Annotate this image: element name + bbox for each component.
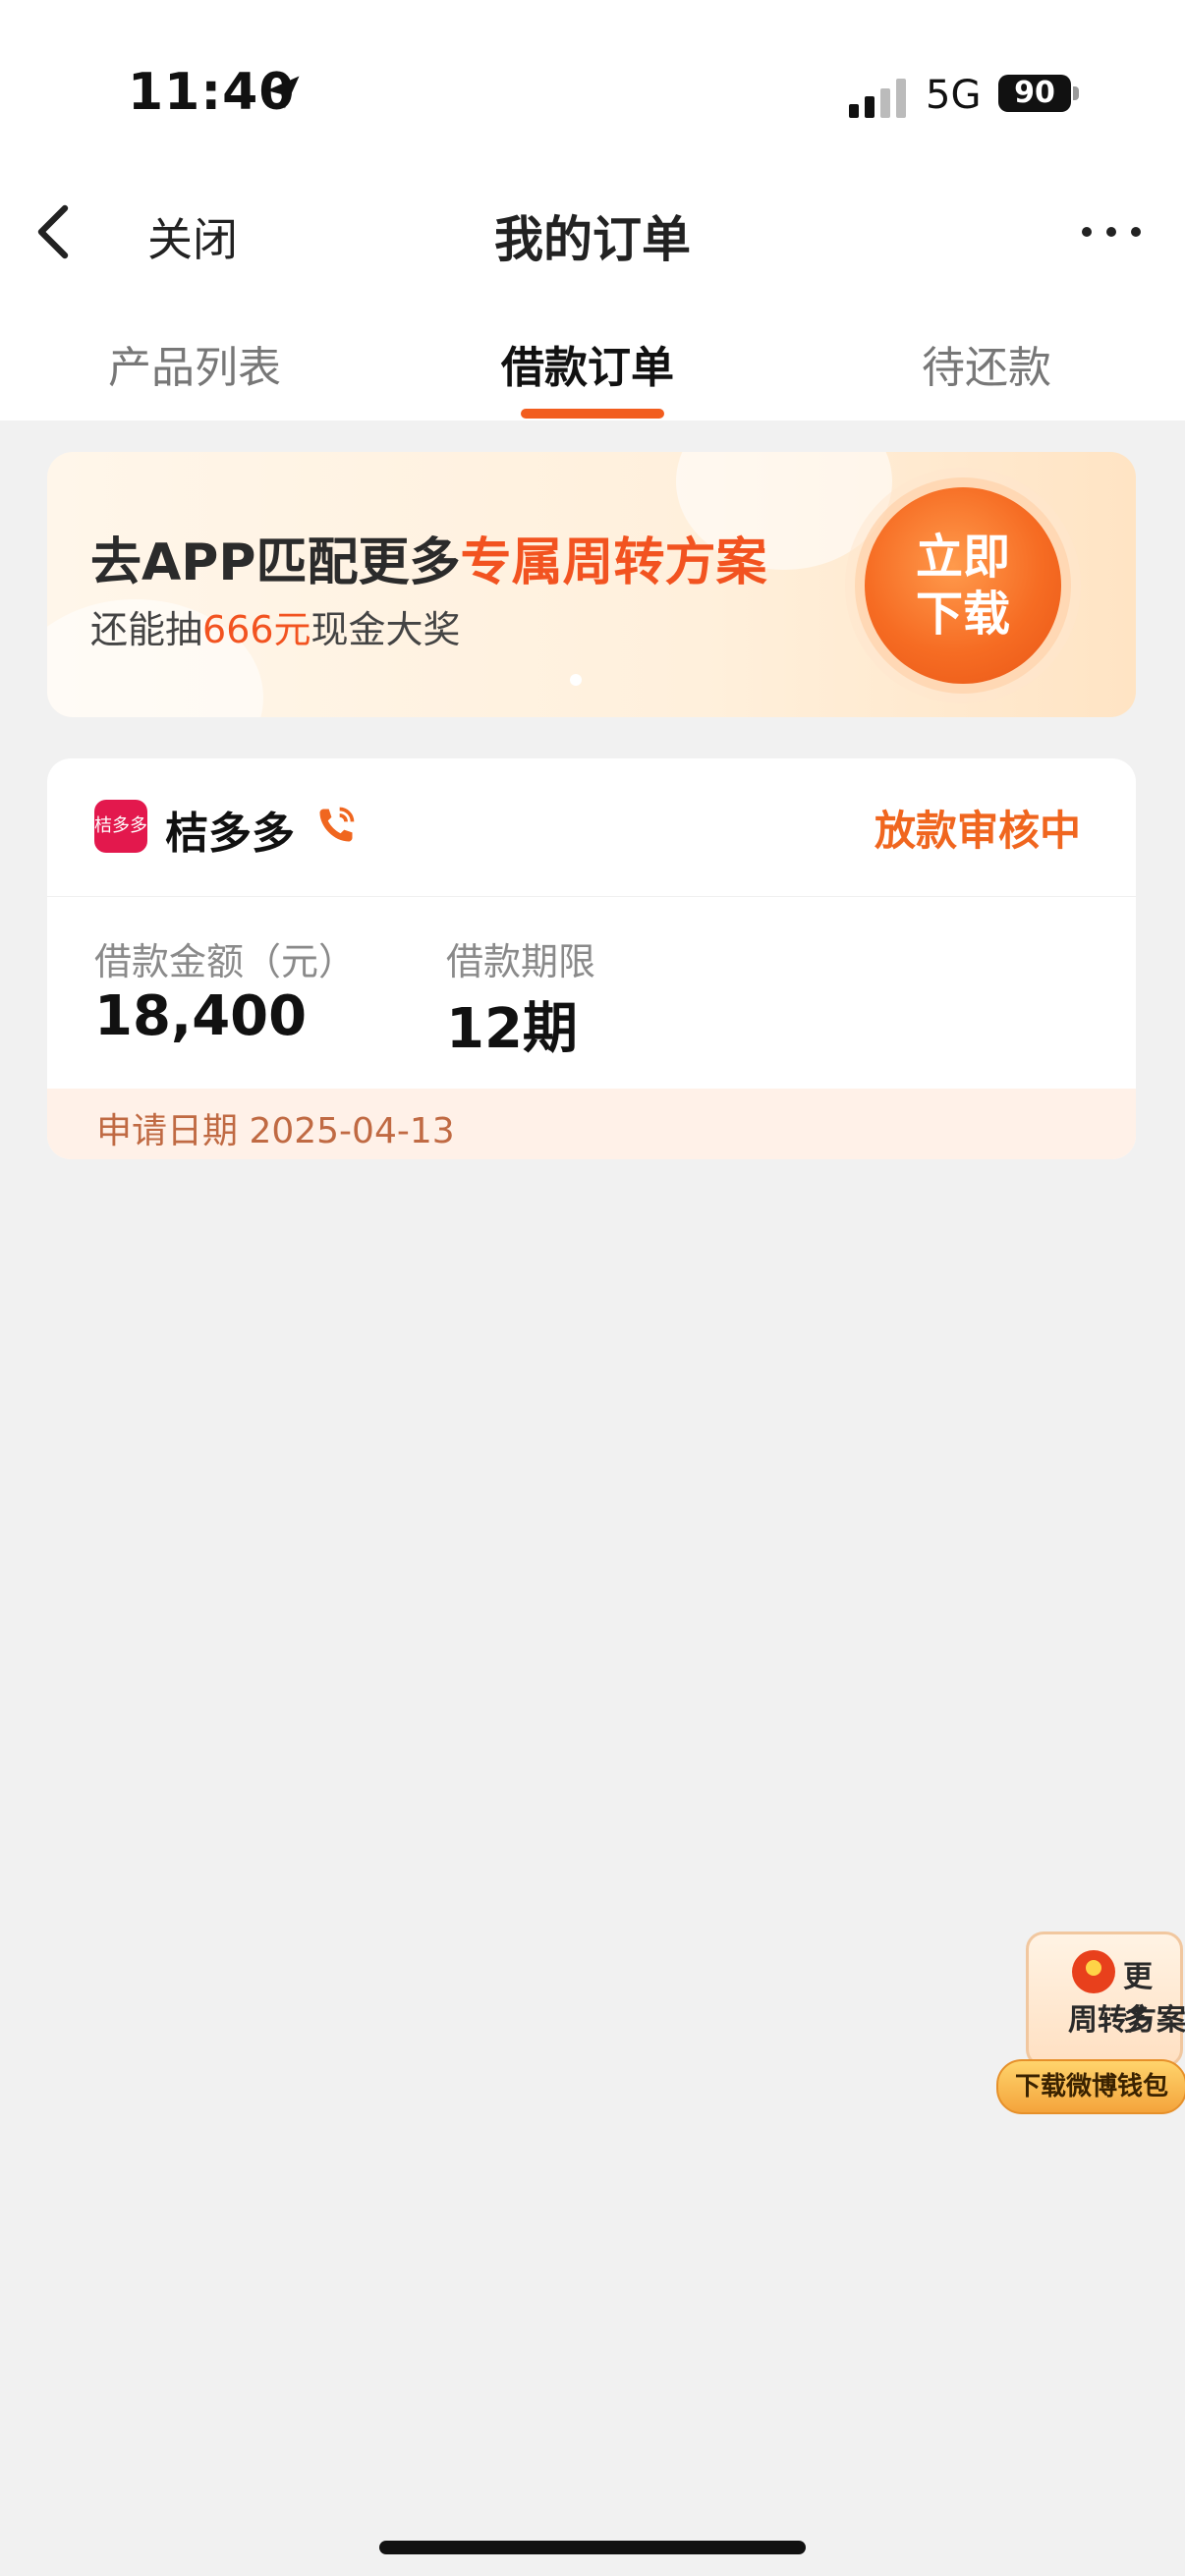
tab-product-list[interactable]: 产品列表 [108,332,281,395]
promo-banner[interactable]: 去APP匹配更多专属周转方案 还能抽666元现金大奖 立即 下载 [47,452,1136,717]
promo-panel: 更多 周转方案 [1026,1932,1185,2067]
tab-bar: 产品列表 借款订单 待还款 [0,297,1185,420]
banner-title-prefix: 去APP匹配更多 [90,533,461,592]
download-wallet-button[interactable]: 下载微博钱包 [996,2059,1185,2114]
app-logo: 桔多多 [94,800,147,853]
page-title: 我的订单 [494,211,691,268]
banner-subtitle: 还能抽666元现金大奖 [90,599,461,653]
battery-icon: 90 [998,75,1071,112]
nav-bar: 关闭 我的订单 [0,167,1185,298]
promo-line2: 周转方案 [1068,2003,1185,2038]
app-logo-text: 桔多多 [94,815,147,836]
order-status-badge: 放款审核中 [874,807,1081,855]
wallet-logo-icon [1072,1950,1115,1993]
loan-amount-label: 借款金额（元） [94,940,357,983]
phone-icon[interactable] [314,804,358,847]
home-indicator [379,2541,806,2554]
loan-amount-value: 18,400 [94,984,308,1048]
download-button-line2: 下载 [915,587,1010,642]
status-bar: 11:40 5G 90 [0,0,1185,167]
banner-title-highlight: 专属周转方案 [460,533,767,592]
floating-promo-widget[interactable]: 更多 周转方案 下载微博钱包 [996,1932,1185,2118]
tab-pending-repayment[interactable]: 待还款 [922,332,1051,395]
order-card-header: 桔多多 桔多多 放款审核中 [47,758,1136,897]
network-type: 5G [926,73,982,118]
banner-title: 去APP匹配更多专属周转方案 [90,521,766,594]
active-tab-indicator [521,409,664,419]
more-icon[interactable] [1077,222,1146,242]
download-button-line1: 立即 [915,530,1010,585]
app-name: 桔多多 [165,809,295,859]
order-card[interactable]: 桔多多 桔多多 放款审核中 借款金额（元） 18,400 借款期限 12期 申请… [47,758,1136,1159]
loan-term-value: 12期 [446,997,578,1061]
signal-icon [849,79,906,118]
tab-loan-orders[interactable]: 借款订单 [501,332,674,395]
location-arrow-icon [266,76,300,109]
battery-level: 90 [1014,76,1055,110]
banner-sub-highlight: 666元 [202,608,311,651]
loan-term-label: 借款期限 [446,940,596,983]
order-card-footer: 申请日期 2025-04-13 [47,1089,1136,1159]
banner-sub-prefix: 还能抽 [90,608,203,651]
download-now-button[interactable]: 立即 下载 [865,487,1061,684]
battery-nub [1073,86,1079,100]
banner-sub-suffix: 现金大奖 [310,608,461,651]
apply-date: 申请日期 2025-04-13 [96,1111,455,1151]
carousel-dot [570,674,582,686]
